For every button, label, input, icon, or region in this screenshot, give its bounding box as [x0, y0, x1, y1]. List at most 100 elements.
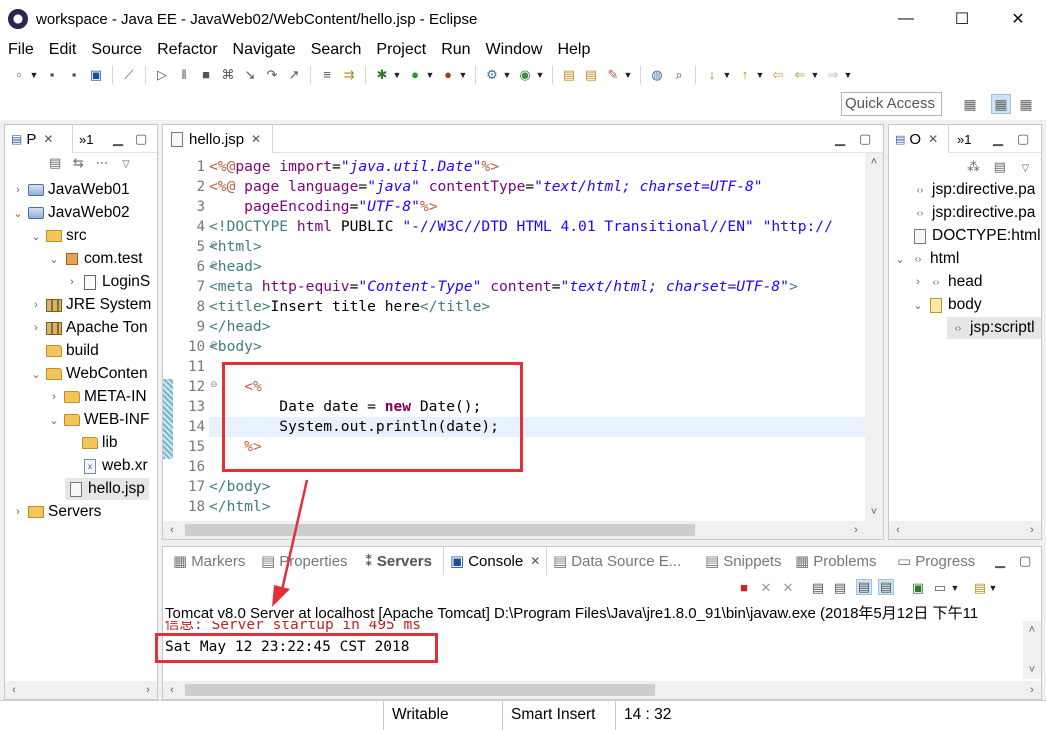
chevron-down-icon[interactable]: ▼: [503, 67, 512, 83]
tab-overflow[interactable]: »1: [951, 125, 977, 153]
collapse-all-icon[interactable]: ▤: [49, 155, 61, 170]
step-into-icon[interactable]: ↘: [242, 67, 258, 83]
minimize-view-icon[interactable]: ▁: [993, 131, 1003, 147]
code-line[interactable]: <%@page import="java.util.Date"%>: [209, 157, 499, 177]
tree-item-src[interactable]: ⌄ src: [29, 225, 86, 247]
menu-navigate[interactable]: Navigate: [225, 41, 303, 59]
tree-item-logins[interactable]: › LoginS: [65, 271, 150, 293]
code-line[interactable]: <head>: [209, 257, 262, 277]
code-line[interactable]: <%@ page language="java" contentType="te…: [209, 177, 763, 197]
maximize-view-icon[interactable]: ▢: [1019, 553, 1031, 569]
step-return-icon[interactable]: ↗: [286, 67, 302, 83]
horizontal-scrollbar[interactable]: ‹ ›: [163, 521, 883, 539]
prev-annotation-icon[interactable]: ↑: [737, 67, 753, 83]
vertical-scrollbar[interactable]: ˄ ˅: [1023, 621, 1041, 679]
tab-data-source-explorer[interactable]: ▤ Data Source E...: [547, 547, 687, 575]
resume-icon[interactable]: ▷: [154, 67, 170, 83]
chevron-down-icon[interactable]: ▼: [459, 67, 468, 83]
code-line[interactable]: </head>: [209, 317, 271, 337]
chevron-down-icon[interactable]: ▼: [30, 67, 39, 83]
menu-file[interactable]: File: [0, 41, 41, 59]
debug-icon[interactable]: ✱: [374, 67, 390, 83]
pin-console-icon[interactable]: ▣: [910, 580, 926, 596]
code-line[interactable]: </body>: [209, 477, 271, 497]
link-editor-icon[interactable]: ⇆: [73, 155, 84, 170]
outline-item-head[interactable]: › ‹› head: [911, 271, 982, 293]
code-line[interactable]: pageEncoding="UTF-8"%>: [209, 197, 437, 217]
maximize-view-icon[interactable]: ▢: [1017, 131, 1029, 147]
outline-item-directive-1[interactable]: ‹› jsp:directive.pa: [909, 179, 1036, 201]
remove-launch-icon[interactable]: ✕: [758, 580, 774, 596]
code-line[interactable]: <!DOCTYPE html PUBLIC "-//W3C//DTD HTML …: [209, 217, 833, 237]
tree-item-web-inf[interactable]: ⌄ WEB-INF: [47, 409, 149, 431]
chevron-down-icon[interactable]: ▼: [426, 67, 435, 83]
toggle-mark-icon[interactable]: ≡: [319, 67, 335, 83]
menu-project[interactable]: Project: [368, 41, 433, 59]
tree-item-com-test[interactable]: ⌄ com.test: [47, 248, 142, 270]
new-java-class-icon[interactable]: ◉: [517, 67, 533, 83]
clear-console-icon[interactable]: ▤: [810, 580, 826, 596]
tab-overflow[interactable]: »1: [73, 125, 99, 153]
tree-item-webcontent[interactable]: ⌄ WebConten: [29, 363, 147, 385]
skip-breakpoints-icon[interactable]: ⟋: [121, 67, 137, 83]
tab-markers[interactable]: ▦ Markers: [167, 547, 251, 575]
show-stderr-icon[interactable]: ▤: [878, 579, 894, 595]
remove-all-icon[interactable]: ✕: [780, 580, 796, 596]
chevron-down-icon[interactable]: ▼: [989, 580, 998, 596]
java-ee-perspective-icon[interactable]: ▦: [991, 94, 1011, 114]
new-server-icon[interactable]: ⚙: [484, 67, 500, 83]
tab-progress[interactable]: ▭ Progress: [891, 547, 981, 575]
run-icon[interactable]: ●: [407, 67, 423, 83]
horizontal-scrollbar[interactable]: ‹ ›: [163, 681, 1041, 699]
vertical-scrollbar[interactable]: ˄ ˅: [865, 153, 883, 521]
tab-hello-jsp[interactable]: hello.jsp ✕: [163, 125, 273, 153]
close-button[interactable]: ✕: [990, 0, 1046, 38]
outline-item-body[interactable]: ⌄ body: [911, 294, 981, 316]
edit-icon[interactable]: ✎: [605, 67, 621, 83]
search-icon[interactable]: ⌕: [671, 67, 687, 83]
menu-run[interactable]: Run: [433, 41, 477, 59]
chevron-down-icon[interactable]: ▽: [1022, 163, 1030, 174]
terminal-icon[interactable]: ▣: [88, 67, 104, 83]
use-step-filters-icon[interactable]: ⇉: [341, 67, 357, 83]
code-line[interactable]: <title>Insert title here</title>: [209, 297, 490, 317]
external-tools-icon[interactable]: ●: [440, 67, 456, 83]
maximize-view-icon[interactable]: ▢: [135, 131, 147, 147]
maximize-view-icon[interactable]: ▢: [859, 131, 871, 147]
open-console-icon[interactable]: ▤: [972, 580, 988, 596]
code-line[interactable]: <meta http-equiv="Content-Type" content=…: [209, 277, 798, 297]
chevron-down-icon[interactable]: ▼: [536, 67, 545, 83]
open-type-icon[interactable]: ▤: [561, 67, 577, 83]
menu-edit[interactable]: Edit: [41, 41, 84, 59]
view-menu-icon[interactable]: ⋯: [95, 155, 108, 170]
menu-search[interactable]: Search: [303, 41, 369, 59]
tree-item-jre-system[interactable]: › JRE System: [29, 294, 151, 316]
display-console-icon[interactable]: ▭: [932, 580, 948, 596]
outline-item-doctype[interactable]: DOCTYPE:html: [909, 225, 1041, 247]
tab-servers[interactable]: ⁑ Servers: [359, 547, 438, 575]
step-over-icon[interactable]: ↷: [264, 67, 280, 83]
tree-item-javaweb01[interactable]: › JavaWeb01: [11, 179, 129, 201]
scroll-lock-icon[interactable]: ▤: [832, 580, 848, 596]
last-edit-icon[interactable]: ⇦: [770, 67, 786, 83]
chevron-down-icon[interactable]: ▼: [393, 67, 402, 83]
code-editor[interactable]: 1 2 3 4 5 ⊖ 6 ⊖ 7 8 9 10 ⊖ 11 12 ⊖ 13 14 15 16 17 18 <%@page …: [163, 153, 883, 539]
outline-item-html[interactable]: ⌄ ‹› html: [893, 248, 959, 270]
menu-help[interactable]: Help: [549, 41, 597, 59]
tree-item-lib[interactable]: lib: [65, 432, 118, 454]
tab-problems[interactable]: ▦ Problems: [789, 547, 883, 575]
tree-item-servers[interactable]: › Servers: [11, 501, 101, 523]
chevron-down-icon[interactable]: ▽: [122, 159, 130, 170]
tab-project-explorer[interactable]: ▤ P ✕: [5, 125, 73, 153]
suspend-icon[interactable]: ‖: [176, 67, 192, 83]
forward-icon[interactable]: ⇒: [825, 67, 841, 83]
minimize-button[interactable]: —: [878, 0, 934, 38]
terminate-icon[interactable]: ■: [736, 580, 752, 596]
new-icon[interactable]: ▫: [11, 67, 27, 83]
quick-access-field[interactable]: Quick Access: [841, 92, 942, 116]
menu-refactor[interactable]: Refactor: [149, 41, 224, 59]
code-line[interactable]: <html>: [209, 237, 262, 257]
collapse-all-icon[interactable]: ▤: [994, 159, 1006, 174]
chevron-down-icon[interactable]: ▼: [756, 67, 765, 83]
tree-item-javaweb02[interactable]: ⌄ JavaWeb02: [11, 202, 129, 224]
